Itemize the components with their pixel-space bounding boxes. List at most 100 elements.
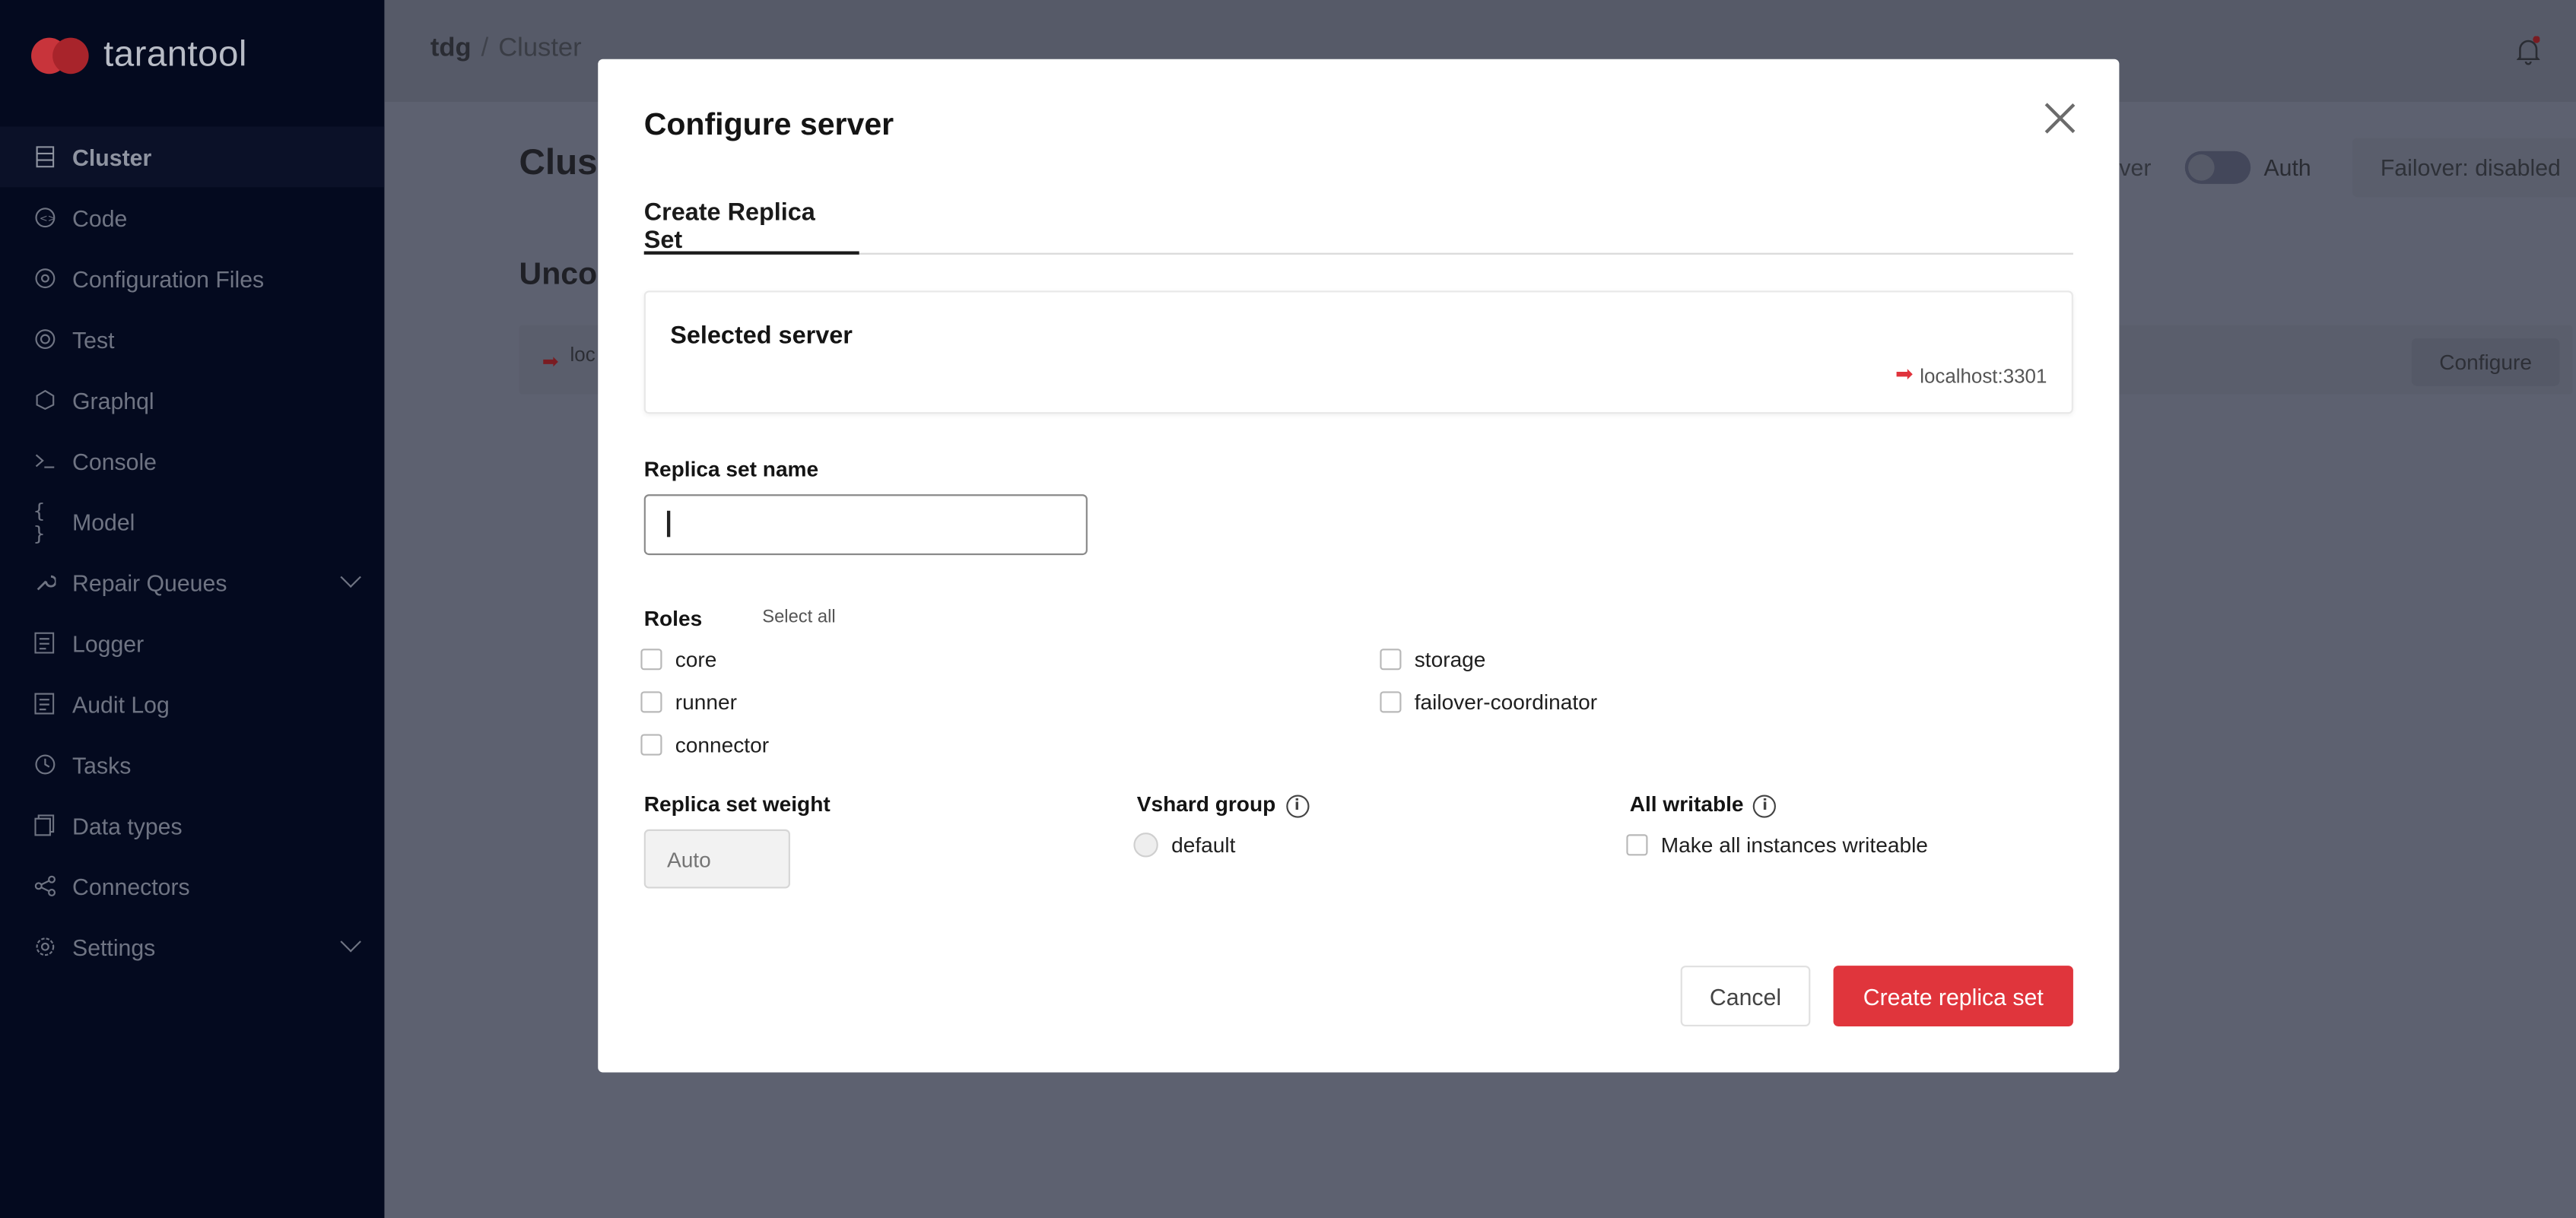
sidebar-item-label: Connectors bbox=[72, 873, 190, 899]
sidebar-item-audit-log[interactable]: Audit Log bbox=[0, 674, 384, 734]
role-failover-coordinator-checkbox[interactable]: failover-coordinator bbox=[1380, 690, 1597, 715]
select-all-button[interactable]: Select all bbox=[762, 607, 835, 627]
chevron-down-icon[interactable] bbox=[340, 566, 361, 588]
logo[interactable]: tarantool bbox=[31, 31, 247, 77]
sidebar-item-label: Console bbox=[72, 447, 157, 474]
sidebar-nav: Cluster <> Code Configuration Files Test bbox=[0, 126, 385, 977]
role-label: connector bbox=[675, 732, 770, 757]
page-title: Clus bbox=[519, 141, 598, 182]
svg-text:<>: <> bbox=[39, 214, 56, 225]
checkbox[interactable] bbox=[1380, 691, 1402, 713]
role-storage-checkbox[interactable]: storage bbox=[1380, 647, 1485, 671]
sidebar-item-settings[interactable]: Settings bbox=[0, 916, 384, 977]
checkbox[interactable] bbox=[640, 734, 662, 756]
section-title: Unco bbox=[519, 258, 598, 293]
role-core-checkbox[interactable]: core bbox=[640, 647, 716, 671]
checkbox[interactable] bbox=[1380, 649, 1402, 671]
sidebar-item-data-types[interactable]: Data types bbox=[0, 795, 384, 855]
sidebar-item-label: Configuration Files bbox=[72, 265, 265, 292]
sidebar-item-console[interactable]: Console bbox=[0, 430, 384, 491]
failover-button[interactable]: Failover: disabled bbox=[2352, 138, 2576, 198]
config-files-icon bbox=[33, 267, 56, 290]
all-writable-checkbox[interactable]: Make all instances writeable bbox=[1626, 833, 1928, 858]
checkbox[interactable] bbox=[1626, 834, 1648, 856]
checkbox[interactable] bbox=[640, 691, 662, 713]
sidebar-item-test[interactable]: Test bbox=[0, 309, 384, 370]
connectors-icon bbox=[33, 874, 56, 897]
console-icon bbox=[33, 449, 56, 472]
modal-tabs: Create Replica Set bbox=[643, 194, 2073, 255]
info-icon[interactable]: i bbox=[1753, 794, 1777, 817]
sidebar-item-model[interactable]: { } Model bbox=[0, 491, 384, 552]
replica-set-weight-input[interactable] bbox=[643, 829, 790, 889]
sidebar-item-configuration-files[interactable]: Configuration Files bbox=[0, 248, 384, 309]
sidebar-item-label: Data types bbox=[72, 812, 183, 839]
sidebar-item-label: Audit Log bbox=[72, 690, 170, 717]
sidebar-item-tasks[interactable]: Tasks bbox=[0, 734, 384, 795]
arrow-icon: ➡ bbox=[542, 350, 559, 373]
auth-label: Auth bbox=[2263, 154, 2311, 181]
probe-server-button[interactable]: ver bbox=[2119, 141, 2184, 194]
wrench-icon bbox=[33, 571, 56, 594]
replica-set-name-input[interactable] bbox=[643, 494, 1088, 556]
tab-create-replica-set[interactable]: Create Replica Set bbox=[643, 194, 859, 255]
test-icon bbox=[33, 328, 56, 350]
breadcrumb-root[interactable]: tdg bbox=[430, 34, 472, 62]
sidebar-item-code[interactable]: <> Code bbox=[0, 187, 384, 248]
configure-server-modal: Configure server Create Replica Set Sele… bbox=[598, 59, 2120, 1073]
text-cursor bbox=[666, 510, 670, 538]
sidebar-item-cluster[interactable]: Cluster bbox=[0, 126, 385, 188]
sidebar-item-label: Logger bbox=[72, 630, 145, 656]
vshard-option-label: default bbox=[1171, 833, 1236, 858]
audit-log-icon bbox=[33, 692, 56, 715]
all-writable-label-text: All writable bbox=[1629, 791, 1744, 817]
replica-set-weight-label: Replica set weight bbox=[643, 791, 831, 817]
selected-server-panel: Selected server ➡ localhost:3301 bbox=[643, 290, 2073, 414]
sidebar-item-label: Cluster bbox=[72, 144, 152, 170]
toggle-switch[interactable] bbox=[2184, 151, 2251, 184]
tasks-icon bbox=[33, 753, 56, 776]
sidebar-item-logger[interactable]: Logger bbox=[0, 613, 384, 674]
all-writable-label: All writable i bbox=[1630, 791, 1777, 817]
cancel-button[interactable]: Cancel bbox=[1680, 966, 1811, 1026]
model-icon: { } bbox=[33, 498, 46, 545]
sidebar-item-label: Model bbox=[72, 508, 135, 535]
role-label: runner bbox=[675, 690, 737, 715]
sidebar-item-repair-queues[interactable]: Repair Queues bbox=[0, 552, 384, 613]
sidebar-item-label: Code bbox=[72, 204, 128, 231]
sidebar-item-label: Test bbox=[72, 325, 115, 353]
sidebar: tarantool Cluster <> Code Configuration … bbox=[0, 0, 385, 1218]
code-icon: <> bbox=[33, 206, 56, 229]
settings-icon bbox=[33, 935, 56, 958]
role-connector-checkbox[interactable]: connector bbox=[640, 732, 770, 757]
auth-toggle[interactable]: Auth bbox=[2184, 141, 2311, 194]
sidebar-item-label: Settings bbox=[72, 933, 156, 960]
notification-bell-icon[interactable] bbox=[2516, 36, 2541, 66]
sidebar-item-connectors[interactable]: Connectors bbox=[0, 855, 384, 916]
arrow-right-icon: ➡ bbox=[1895, 363, 1914, 388]
chevron-down-icon[interactable] bbox=[340, 931, 361, 953]
server-uri-text: localhost:3301 bbox=[1920, 363, 2047, 387]
data-types-icon bbox=[33, 814, 56, 836]
checkbox[interactable] bbox=[640, 649, 662, 671]
configure-button[interactable]: Configure bbox=[2411, 338, 2560, 386]
breadcrumb: tdg / Cluster bbox=[430, 34, 582, 64]
server-label: loc bbox=[570, 343, 596, 366]
create-replica-set-button[interactable]: Create replica set bbox=[1833, 966, 2073, 1026]
roles-label: Roles bbox=[643, 606, 703, 631]
role-runner-checkbox[interactable]: runner bbox=[640, 690, 737, 715]
vshard-group-label-text: Vshard group bbox=[1136, 791, 1276, 817]
tarantool-logo-icon bbox=[31, 31, 91, 77]
radio-button[interactable] bbox=[1133, 833, 1158, 858]
close-icon[interactable] bbox=[2044, 102, 2076, 135]
sidebar-item-label: Graphql bbox=[72, 386, 154, 414]
selected-server-uri: ➡ localhost:3301 bbox=[1895, 363, 2047, 387]
vshard-group-default-radio[interactable]: default bbox=[1133, 833, 1236, 858]
breadcrumb-current: Cluster bbox=[498, 34, 582, 63]
selected-server-title: Selected server bbox=[670, 322, 853, 350]
sidebar-item-label: Repair Queues bbox=[72, 569, 227, 596]
info-icon[interactable]: i bbox=[1285, 794, 1309, 817]
sidebar-item-graphql[interactable]: Graphql bbox=[0, 370, 384, 430]
role-label: core bbox=[675, 647, 717, 672]
graphql-icon bbox=[33, 389, 56, 411]
